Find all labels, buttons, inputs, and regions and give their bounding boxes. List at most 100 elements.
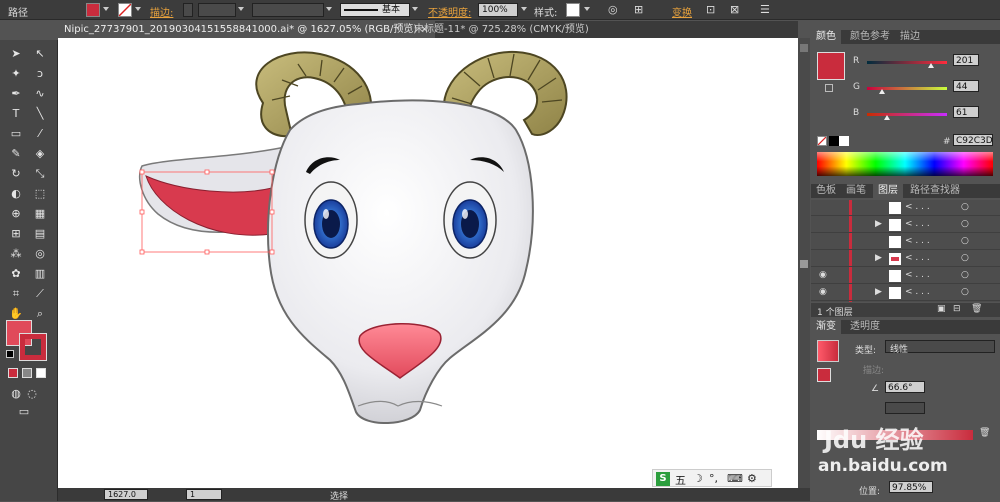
visibility-eye-icon[interactable]: ◉ [819,287,827,297]
fill-dropdown-icon[interactable] [103,7,109,11]
default-colors-icon[interactable] [6,350,14,358]
r-value-field[interactable]: 201 [953,54,979,66]
stroke-weight-stepper[interactable] [183,3,193,17]
zoom-tool-icon[interactable]: ⌕ [32,306,48,322]
stroke-weight-field[interactable] [198,3,236,17]
warp-tool-icon[interactable]: ◐ [8,186,24,202]
brush-dropdown-icon[interactable] [412,7,418,11]
visibility-eye-icon[interactable]: ◉ [819,270,827,280]
symbol-sprayer-icon[interactable]: ✿ [8,266,24,282]
mesh-tool-icon[interactable]: ⊞ [8,226,24,242]
pen-tool-icon[interactable]: ✒ [8,86,24,102]
settings-icon[interactable]: ⚙ [747,472,757,485]
stroke-label[interactable]: 描边: [150,4,173,19]
punctuation-icon[interactable]: °, [709,472,718,485]
layer-row[interactable]: ▶ < . . . ○ [811,217,1000,233]
expand-icon[interactable]: ▶ [875,219,882,229]
fill-swatch[interactable] [86,3,100,17]
tab-color-guide[interactable]: 颜色参考 [845,30,895,44]
screen-mode-icon[interactable]: ▭ [16,404,32,420]
layer-row[interactable]: ◉ ▶ < . . . ○ [811,285,1000,301]
stroke-weight-dropdown-icon[interactable] [238,7,244,11]
scroll-up-icon[interactable] [800,44,808,52]
align-icon[interactable]: ⊞ [634,4,643,16]
black-swatch[interactable] [829,136,839,146]
moon-icon[interactable]: ☽ [693,472,703,485]
opacity-label[interactable]: 不透明度: [428,4,471,19]
eraser-tool-icon[interactable]: ◈ [32,146,48,162]
new-sublayer-icon[interactable]: ⊟ [953,304,961,314]
curvature-tool-icon[interactable]: ∿ [32,86,48,102]
tab-document-1[interactable]: Nipic_27737901_20190304151558841000.ai* … [58,21,435,38]
target-icon[interactable]: ○ [961,202,969,212]
target-icon[interactable]: ○ [961,270,969,280]
delete-layer-icon[interactable]: 🗑 [971,304,982,314]
white-swatch[interactable] [839,136,849,146]
panel-menu-icon[interactable]: ☰ [760,4,770,16]
new-layer-icon[interactable]: ▣ [937,304,946,314]
layer-row[interactable]: ◉ < . . . ○ [811,268,1000,284]
recolor-artwork-icon[interactable]: ◎ [608,4,618,16]
layer-row[interactable]: < . . . ○ [811,234,1000,250]
target-icon[interactable]: ○ [961,236,969,246]
stroke-color-box[interactable] [19,333,47,361]
stroke-swatch[interactable] [118,3,132,17]
graph-tool-icon[interactable]: ▥ [32,266,48,282]
line-tool-icon[interactable]: ╲ [32,106,48,122]
gradient-preview[interactable] [817,340,839,362]
none-mode-icon[interactable] [36,368,46,378]
layer-row[interactable]: ▶ < . . . ○ [811,251,1000,267]
magic-wand-icon[interactable]: ✦ [8,66,24,82]
isolate-icon[interactable]: ⊡ [706,4,715,16]
profile-dropdown-icon[interactable] [326,7,332,11]
target-icon[interactable]: ○ [961,287,969,297]
tab-transparency[interactable]: 透明度 [845,320,885,334]
shape-builder-icon[interactable]: ⊕ [8,206,24,222]
b-slider[interactable] [867,113,947,116]
gradient-type-select[interactable]: 线性 [885,340,995,355]
hex-value-field[interactable]: C92C3D [953,134,993,146]
color-spectrum[interactable] [817,152,993,176]
keyboard-icon[interactable]: ⌨ [727,472,743,485]
rectangle-tool-icon[interactable]: ▭ [8,126,24,142]
ime-toolbar[interactable]: S 五 ☽ °, ⌨ ⚙ [652,469,772,487]
scroll-thumb[interactable] [800,260,808,268]
style-dropdown-icon[interactable] [584,7,590,11]
none-swatch[interactable] [817,136,827,146]
rotate-tool-icon[interactable]: ↻ [8,166,24,182]
draw-behind-icon[interactable]: ◌ [24,386,40,402]
stroke-dropdown-icon[interactable] [135,7,141,11]
paintbrush-icon[interactable]: ⁄ [32,126,48,142]
g-slider-thumb[interactable] [879,89,885,94]
tab-brushes[interactable]: 画笔 [841,184,871,198]
tab-layers[interactable]: 图层 [873,184,903,198]
aspect-ratio-field[interactable] [885,402,925,414]
variable-width-profile[interactable] [252,3,324,17]
tab-gradient[interactable]: 渐变 [811,320,841,334]
brush-definition[interactable]: 基本 [340,3,410,17]
r-slider-thumb[interactable] [928,63,934,68]
g-value-field[interactable]: 44 [953,80,979,92]
direct-selection-tool-icon[interactable]: ↖ [32,46,48,62]
opacity-field[interactable]: 100% [478,3,518,17]
b-value-field[interactable]: 61 [953,106,979,118]
type-tool-icon[interactable]: T [8,106,24,122]
opacity-dropdown-icon[interactable] [521,7,527,11]
draw-mode-icon[interactable]: ◍ [8,386,24,402]
gradient-fill-swatch[interactable] [817,368,831,382]
perspective-grid-icon[interactable]: ▦ [32,206,48,222]
delete-stop-icon[interactable]: 🗑 [979,428,990,438]
zoom-field[interactable]: 1627.0 [104,489,148,500]
target-icon[interactable]: ○ [961,219,969,229]
r-slider[interactable] [867,61,947,64]
blend-tool-icon[interactable]: ◎ [32,246,48,262]
artboard-field[interactable]: 1 [186,489,222,500]
envelope-icon[interactable]: ⊠ [730,4,739,16]
artboard-tool-icon[interactable]: ⌗ [8,286,24,302]
tab-pathfinder[interactable]: 路径查找器 [905,184,965,198]
fill-color-preview[interactable] [817,52,845,80]
free-transform-icon[interactable]: ⬚ [32,186,48,202]
selection-tool-icon[interactable]: ➤ [8,46,24,62]
gradient-tool-icon[interactable]: ▤ [32,226,48,242]
gradient-mode-icon[interactable] [22,368,32,378]
